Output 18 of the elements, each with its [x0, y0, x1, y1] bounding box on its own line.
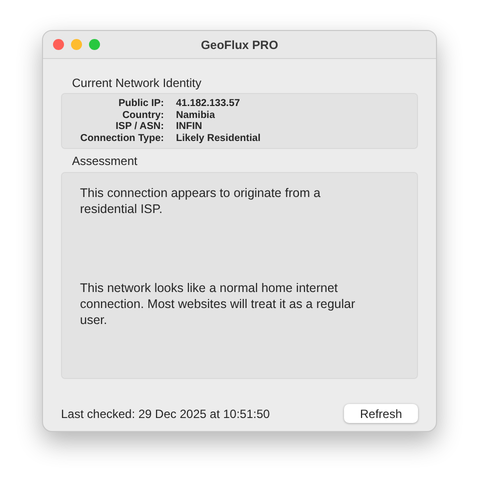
- close-button[interactable]: [53, 39, 64, 50]
- section-heading: Assessment: [71, 154, 138, 168]
- field-value: INFIN: [176, 121, 202, 132]
- field-value: Namibia: [176, 110, 215, 121]
- minimize-button[interactable]: [71, 39, 82, 50]
- field-label: Connection Type:: [79, 132, 164, 144]
- field-label: ISP / ASN:: [114, 121, 164, 132]
- assessment-text: This network looks like a normal home internet connection. Most websites will treat it as a regular user.: [80, 280, 356, 328]
- last-checked-text: Last checked: 29 Dec 2025 at 10:51:50: [61, 406, 270, 422]
- assessment-text: This connection appears to originate from a residential ISP.: [80, 185, 322, 217]
- field-label: Country:: [121, 110, 164, 121]
- section-heading: Current Network Identity: [71, 76, 202, 90]
- field-value: 41.182.133.57: [176, 98, 240, 110]
- zoom-button[interactable]: [89, 39, 100, 50]
- field-label: Public IP:: [117, 98, 164, 110]
- window-title: GeoFlux PRO: [200, 36, 278, 54]
- field-value: Likely Residential: [176, 132, 260, 144]
- refresh-button[interactable]: Refresh: [344, 404, 418, 423]
